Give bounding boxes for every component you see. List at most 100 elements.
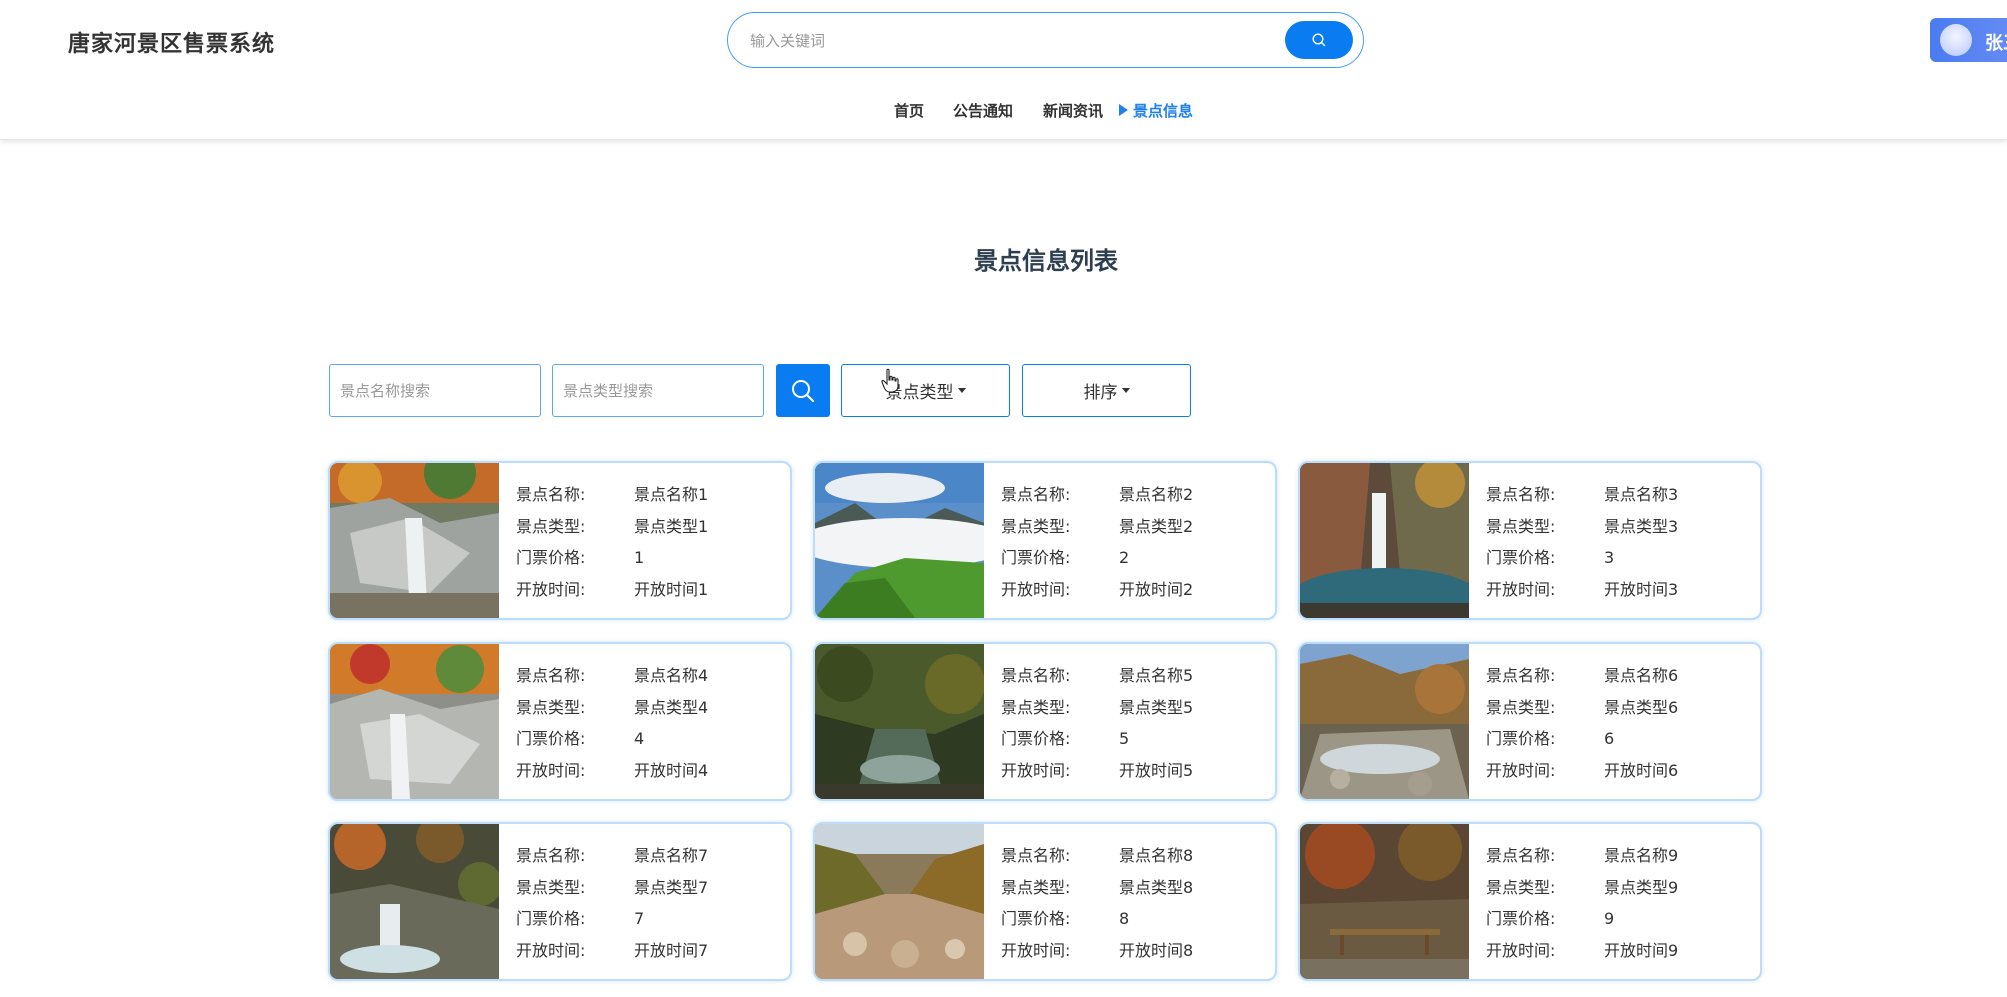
spot-name-value: 景点名称6: [1604, 666, 1679, 685]
active-arrow-icon: [1119, 104, 1128, 116]
spot-image: [815, 463, 984, 618]
spot-type-label: 景点类型:: [516, 516, 586, 536]
global-search-input[interactable]: [750, 27, 1270, 55]
spot-name-label: 景点名称:: [1486, 485, 1556, 504]
spot-type-value: 景点类型2: [1119, 516, 1194, 536]
spot-type-label: 景点类型:: [1486, 697, 1556, 717]
spot-name-label: 景点名称:: [1001, 666, 1071, 685]
spot-card[interactable]: 景点名称: 景点名称2 景点类型: 景点类型2 门票价格: 2 开放时间: 开放时间2: [813, 461, 1277, 620]
avatar: [1940, 24, 1972, 56]
spot-type-label: 景点类型:: [1001, 516, 1071, 536]
spot-type-search-input[interactable]: [552, 364, 764, 417]
site-title: 唐家河景区售票系统: [68, 32, 276, 57]
top-header: 唐家河景区售票系统 张三 首页 公告通知 新闻资讯 景点信息: [0, 0, 2007, 140]
open-time-value: 开放时间5: [1119, 760, 1194, 780]
spot-name-label: 景点名称:: [1001, 485, 1071, 504]
spot-name-value: 景点名称8: [1119, 846, 1194, 865]
spot-type-value: 景点类型3: [1604, 516, 1679, 536]
ticket-price-label: 门票价格:: [1486, 909, 1556, 928]
open-time-label: 开放时间:: [1486, 940, 1556, 960]
nav-item-news[interactable]: 新闻资讯: [1043, 100, 1103, 121]
spot-card[interactable]: 景点名称: 景点名称7 景点类型: 景点类型7 门票价格: 7 开放时间: 开放时间7: [328, 822, 792, 981]
page-title: 景点信息列表: [974, 247, 1118, 275]
ticket-price-value: 3: [1604, 548, 1615, 567]
spot-name-label: 景点名称:: [516, 485, 586, 504]
spot-type-label: 景点类型:: [1486, 877, 1556, 897]
spot-card[interactable]: 景点名称: 景点名称6 景点类型: 景点类型6 门票价格: 6 开放时间: 开放时间6: [1298, 642, 1762, 801]
open-time-value: 开放时间2: [1119, 579, 1194, 599]
ticket-price-value: 9: [1604, 909, 1615, 928]
ticket-price-value: 6: [1604, 729, 1615, 748]
sort-dropdown[interactable]: 排序: [1022, 364, 1191, 417]
ticket-price-label: 门票价格:: [516, 729, 586, 748]
spot-name-value: 景点名称1: [634, 485, 709, 504]
spot-name-search-input[interactable]: [329, 364, 541, 417]
open-time-label: 开放时间:: [516, 940, 586, 960]
spot-type-value: 景点类型4: [634, 697, 709, 717]
spot-info: 景点名称: 景点名称7 景点类型: 景点类型7 门票价格: 7 开放时间: 开放时间7: [516, 842, 708, 968]
filter-search-button[interactable]: [776, 364, 830, 417]
ticket-price-label: 门票价格:: [1001, 909, 1071, 928]
open-time-label: 开放时间:: [1486, 579, 1556, 599]
open-time-label: 开放时间:: [1001, 760, 1071, 780]
nav-item-home[interactable]: 首页: [894, 100, 924, 121]
spot-image: [1300, 824, 1469, 979]
spot-card[interactable]: 景点名称: 景点名称5 景点类型: 景点类型5 门票价格: 5 开放时间: 开放时间5: [813, 642, 1277, 801]
ticket-price-label: 门票价格:: [1486, 548, 1556, 567]
open-time-value: 开放时间7: [634, 940, 709, 960]
ticket-price-label: 门票价格:: [516, 548, 586, 567]
spot-type-value: 景点类型8: [1119, 877, 1194, 897]
nav-item-spots[interactable]: 景点信息: [1119, 100, 1193, 121]
spot-card[interactable]: 景点名称: 景点名称9 景点类型: 景点类型9 门票价格: 9 开放时间: 开放时间9: [1298, 822, 1762, 981]
caret-down-icon: [1121, 388, 1130, 393]
spot-type-label: 景点类型:: [1001, 877, 1071, 897]
spot-info: 景点名称: 景点名称8 景点类型: 景点类型8 门票价格: 8 开放时间: 开放时间8: [1001, 842, 1193, 968]
open-time-label: 开放时间:: [1001, 579, 1071, 599]
ticket-price-value: 5: [1119, 729, 1130, 748]
spot-info: 景点名称: 景点名称3 景点类型: 景点类型3 门票价格: 3 开放时间: 开放时间3: [1486, 481, 1678, 607]
ticket-price-value: 7: [634, 909, 645, 928]
spot-image: [330, 824, 499, 979]
search-icon: [1312, 33, 1326, 47]
sort-dropdown-label: 排序: [1083, 383, 1118, 403]
spot-name-label: 景点名称:: [516, 846, 586, 865]
open-time-value: 开放时间8: [1119, 940, 1194, 960]
spot-image: [815, 824, 984, 979]
spot-info: 景点名称: 景点名称6 景点类型: 景点类型6 门票价格: 6 开放时间: 开放时间6: [1486, 662, 1678, 788]
spot-card[interactable]: 景点名称: 景点名称1 景点类型: 景点类型1 门票价格: 1 开放时间: 开放时间1: [328, 461, 792, 620]
open-time-label: 开放时间:: [516, 579, 586, 599]
spot-name-label: 景点名称:: [1486, 666, 1556, 685]
spot-name-value: 景点名称7: [634, 846, 709, 865]
spot-name-value: 景点名称5: [1119, 666, 1194, 685]
search-icon: [792, 379, 814, 402]
spot-type-dropdown[interactable]: 景点类型: [841, 364, 1010, 417]
spot-image: [1300, 644, 1469, 799]
spot-type-label: 景点类型:: [516, 877, 586, 897]
spot-type-label: 景点类型:: [516, 697, 586, 717]
spot-card[interactable]: 景点名称: 景点名称4 景点类型: 景点类型4 门票价格: 4 开放时间: 开放时间4: [328, 642, 792, 801]
open-time-label: 开放时间:: [516, 760, 586, 780]
spot-name-value: 景点名称2: [1119, 485, 1194, 504]
open-time-value: 开放时间9: [1604, 940, 1679, 960]
spot-type-value: 景点类型7: [634, 877, 709, 897]
open-time-value: 开放时间3: [1604, 579, 1679, 599]
spot-image: [815, 644, 984, 799]
ticket-price-label: 门票价格:: [1001, 729, 1071, 748]
nav-item-notices[interactable]: 公告通知: [953, 100, 1013, 121]
spot-type-label: 景点类型:: [1486, 516, 1556, 536]
spot-name-label: 景点名称:: [1001, 846, 1071, 865]
hand-cursor-icon: [881, 368, 899, 393]
global-search-button[interactable]: [1285, 21, 1353, 59]
main-nav: 首页 公告通知 新闻资讯 景点信息: [0, 100, 2007, 126]
spot-card[interactable]: 景点名称: 景点名称8 景点类型: 景点类型8 门票价格: 8 开放时间: 开放时间8: [813, 822, 1277, 981]
spot-image: [330, 463, 499, 618]
open-time-label: 开放时间:: [1486, 760, 1556, 780]
spot-name-value: 景点名称9: [1604, 846, 1679, 865]
user-menu[interactable]: 张三: [1930, 18, 2007, 62]
spot-type-value: 景点类型5: [1119, 697, 1194, 717]
open-time-label: 开放时间:: [1001, 940, 1071, 960]
spot-image: [1300, 463, 1469, 618]
ticket-price-value: 4: [634, 729, 645, 748]
spot-image: [330, 644, 499, 799]
spot-card[interactable]: 景点名称: 景点名称3 景点类型: 景点类型3 门票价格: 3 开放时间: 开放时间3: [1298, 461, 1762, 620]
